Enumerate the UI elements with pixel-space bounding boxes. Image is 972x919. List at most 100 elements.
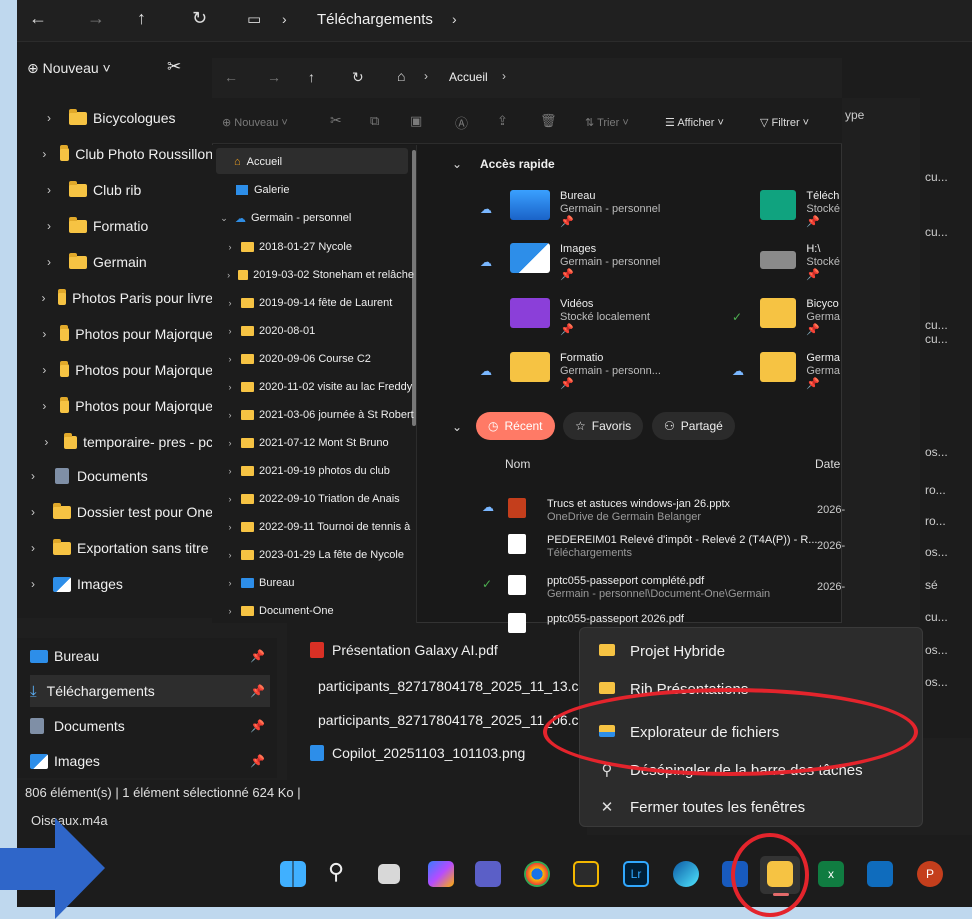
chip-recent[interactable]: ◷ Récent bbox=[476, 412, 555, 440]
delete-icon[interactable]: 🗑 bbox=[540, 113, 557, 129]
rename-icon[interactable]: Ⓐ bbox=[455, 113, 468, 132]
front-new-button[interactable]: ⊕ Nouveau ˅ bbox=[222, 116, 288, 129]
nav-home[interactable]: ⌂ Accueil bbox=[218, 148, 408, 176]
nav-folder-item[interactable]: › Document-One bbox=[224, 597, 414, 625]
quick-access-item[interactable]: Vidéos Stocké localement 📌 bbox=[510, 298, 730, 337]
nav-folder-item[interactable]: › 2023-01-29 La fête de Nycole bbox=[224, 541, 414, 569]
nav-folder-item[interactable]: › 2021-07-12 Mont St Bruno bbox=[224, 429, 414, 457]
outlook-icon[interactable] bbox=[867, 861, 893, 887]
file-item[interactable]: participants_82717804178_2025_11_06.csv bbox=[310, 707, 580, 733]
excel-icon[interactable]: x bbox=[818, 861, 844, 887]
jump-list-item[interactable]: Projet Hybride bbox=[596, 633, 725, 669]
copy-icon[interactable]: ⧉ bbox=[370, 113, 379, 129]
back-tree-item[interactable]: › Exportation sans titre bbox=[17, 533, 213, 563]
nav-folder-item[interactable]: › 2021-09-19 photos du club bbox=[224, 457, 414, 485]
nav-folder-item[interactable]: › 2020-09-06 Course C2 bbox=[224, 345, 414, 373]
file-item[interactable]: Copilot_20251103_101103.png bbox=[310, 740, 580, 766]
nav-folder-item[interactable]: › 2018-01-27 Nycole bbox=[224, 233, 414, 261]
nav-folder-item[interactable]: › 2020-11-02 visite au lac Freddy bbox=[224, 373, 414, 401]
back-tree-item[interactable]: › Photos pour Majorque bbox=[17, 355, 213, 385]
nav-folder-item[interactable]: › 2019-03-02 Stoneham et relâche bbox=[224, 261, 414, 289]
copilot-icon[interactable] bbox=[428, 861, 454, 887]
forward-arrow-icon[interactable]: → bbox=[267, 69, 281, 85]
quick-access-item[interactable]: Germa Germa 📌 bbox=[760, 352, 840, 391]
nav-folder-item[interactable]: › 2021-03-06 journée à St Robert bbox=[224, 401, 414, 429]
pinned-item[interactable]: Images 📌 bbox=[30, 745, 270, 777]
chrome-icon[interactable] bbox=[524, 861, 550, 887]
nav-folder-item[interactable]: › Bureau bbox=[224, 569, 414, 597]
cut-icon[interactable]: ✂ bbox=[330, 112, 342, 129]
back-tree-item[interactable]: › Club rib bbox=[17, 175, 213, 205]
pinned-label: Téléchargements bbox=[46, 683, 155, 699]
col-name-header[interactable]: Nom bbox=[505, 457, 530, 471]
start-icon[interactable] bbox=[280, 861, 306, 887]
nav-folder-label: 2022-09-11 Tournoi de tennis à bbox=[259, 521, 411, 533]
back-tree-item[interactable]: › Bicycologues bbox=[17, 103, 213, 133]
pinned-item[interactable]: Documents 📌 bbox=[30, 710, 270, 742]
back-tree-item[interactable]: › Documents bbox=[17, 461, 213, 491]
file-item[interactable]: participants_82717804178_2025_11_13.csv bbox=[310, 673, 580, 699]
back-tree-item[interactable]: › Club Photo Roussillon bbox=[17, 139, 213, 169]
back-new-button[interactable]: ⊕ Nouveau ˅ bbox=[27, 60, 111, 77]
back-tree-item[interactable]: › Germain bbox=[17, 247, 213, 277]
chevron-down-icon[interactable]: ⌄ bbox=[452, 420, 462, 434]
powerpoint-icon[interactable]: P bbox=[917, 861, 943, 887]
quick-access-item[interactable]: Téléch Stocké 📌 bbox=[760, 190, 840, 229]
nav-folder-item[interactable]: › 2020-08-01 bbox=[224, 317, 414, 345]
nav-gallery[interactable]: Galerie bbox=[218, 176, 408, 204]
view-button[interactable]: ☰ Afficher ˅ bbox=[665, 116, 724, 129]
edge-icon[interactable] bbox=[673, 861, 699, 887]
task-view-icon[interactable] bbox=[378, 864, 400, 884]
col-date-header[interactable]: Date bbox=[815, 457, 840, 471]
quick-access-item[interactable]: Bureau Germain - personnel 📌 bbox=[510, 190, 730, 229]
nav-folder-item[interactable]: › 2022-09-11 Tournoi de tennis à bbox=[224, 513, 414, 541]
jump-list-item[interactable]: ✕ Fermer toutes les fenêtres bbox=[596, 789, 805, 825]
quick-access-item[interactable]: Bicyco Germa 📌 bbox=[760, 298, 840, 337]
nav-folder-item[interactable]: › 2022-09-10 Triatlon de Anais bbox=[224, 485, 414, 513]
share-icon[interactable]: ⇪ bbox=[497, 113, 508, 129]
desktop-icon bbox=[241, 578, 254, 588]
back-tree-item[interactable]: › Photos pour Majorque bbox=[17, 319, 213, 349]
quick-access-item[interactable]: Images Germain - personnel 📌 bbox=[510, 243, 730, 282]
search-icon[interactable]: ⚲ bbox=[328, 859, 354, 885]
file-item[interactable]: Présentation Galaxy AI.pdf bbox=[310, 637, 580, 663]
up-arrow-icon[interactable]: ↑ bbox=[137, 8, 146, 29]
up-arrow-icon[interactable]: ↑ bbox=[308, 69, 315, 85]
front-breadcrumb[interactable]: Accueil bbox=[449, 70, 488, 84]
forward-arrow-icon[interactable]: → bbox=[87, 8, 105, 29]
recent-file-row[interactable]: pptc055-passeport complété.pdf Germain - … bbox=[547, 575, 817, 601]
quick-access-item[interactable]: Formatio Germain - personn... 📌 bbox=[510, 352, 730, 391]
back-tree-item[interactable]: › Formatio bbox=[17, 211, 213, 241]
filter-button[interactable]: ▽ Filtrer ˅ bbox=[760, 116, 809, 129]
back-tree-item[interactable]: › Photos Paris pour livre bbox=[17, 283, 213, 313]
quick-access-item[interactable]: H:\ Stocké 📌 bbox=[760, 243, 840, 282]
teams-icon[interactable] bbox=[475, 861, 501, 887]
chip-favorites[interactable]: ☆ Favoris bbox=[563, 412, 644, 440]
folder-icon bbox=[510, 190, 550, 220]
back-tree-item[interactable]: › Photos pour Majorque bbox=[17, 391, 213, 421]
sort-button[interactable]: ⇅ Trier ˅ bbox=[585, 116, 629, 129]
store-icon[interactable] bbox=[573, 861, 599, 887]
back-tree-item[interactable]: › Dossier test pour One bbox=[17, 497, 213, 527]
home-icon[interactable]: ⌂ bbox=[397, 68, 405, 84]
back-tree-item[interactable]: › temporaire- pres - pc bbox=[17, 427, 213, 457]
nav-folder-item[interactable]: › 2019-09-14 fête de Laurent bbox=[224, 289, 414, 317]
recent-file-row[interactable]: pptc055-passeport 2026.pdf bbox=[547, 613, 817, 626]
nav-onedrive[interactable]: ⌄ ☁ Germain - personnel bbox=[218, 204, 408, 232]
pinned-item[interactable]: ⤓ Téléchargements 📌 bbox=[30, 675, 270, 707]
recent-file-row[interactable]: Trucs et astuces windows-jan 26.pptx OneD… bbox=[547, 498, 817, 524]
back-arrow-icon[interactable]: ← bbox=[224, 69, 238, 85]
back-path[interactable]: Téléchargements bbox=[317, 11, 433, 28]
back-tree-item[interactable]: › Images bbox=[17, 569, 213, 599]
chevron-down-icon[interactable]: ⌄ bbox=[452, 157, 462, 171]
paste-icon[interactable]: ▣ bbox=[410, 113, 422, 129]
chip-shared[interactable]: ⚇ Partagé bbox=[652, 412, 735, 440]
back-arrow-icon[interactable]: ← bbox=[29, 8, 47, 29]
recent-file-row[interactable]: PEDEREIM01 Relevé d'impôt - Relevé 2 (T4… bbox=[547, 534, 817, 560]
lightroom-icon[interactable]: Lr bbox=[623, 861, 649, 887]
pinned-item[interactable]: Bureau 📌 bbox=[30, 640, 270, 672]
recent-file-location: OneDrive de Germain Belanger bbox=[547, 511, 702, 523]
scissors-icon[interactable]: ✂ bbox=[167, 57, 181, 77]
refresh-icon[interactable]: ↻ bbox=[192, 8, 207, 29]
refresh-icon[interactable]: ↻ bbox=[352, 69, 364, 86]
